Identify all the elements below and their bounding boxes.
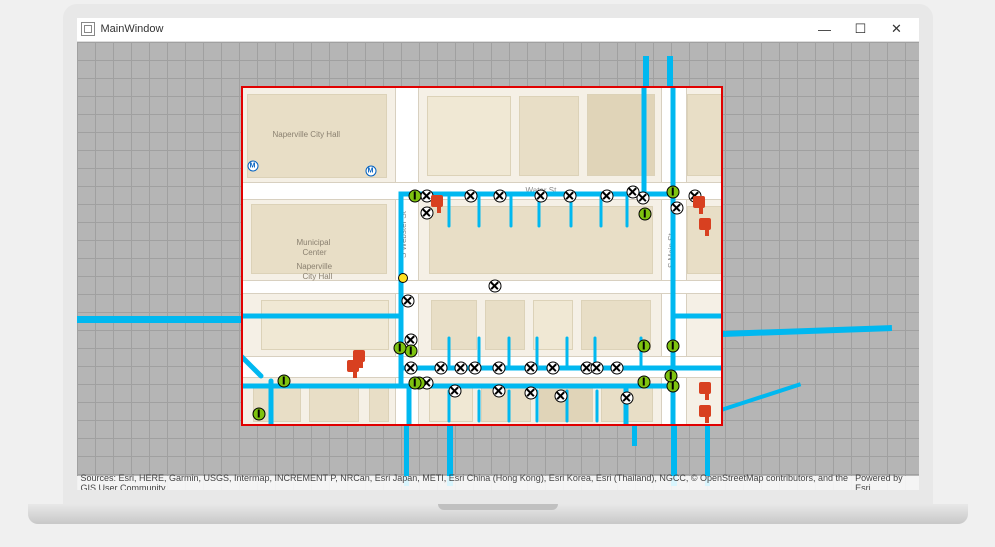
valve-icon[interactable]: [670, 201, 683, 214]
valve-icon[interactable]: [620, 391, 633, 404]
fitting-icon[interactable]: [408, 189, 421, 202]
valve-icon[interactable]: [492, 361, 505, 374]
valve-icon[interactable]: [610, 361, 623, 374]
fitting-icon[interactable]: [393, 341, 406, 354]
pipe-main: [721, 325, 891, 337]
laptop-base: [28, 504, 968, 524]
map-label-municipal: Center: [303, 248, 327, 257]
window-title: MainWindow: [101, 23, 164, 35]
attribution-powered[interactable]: Powered by Esri: [855, 473, 914, 490]
valve-icon[interactable]: [554, 389, 567, 402]
building: [431, 300, 477, 350]
building: [429, 206, 653, 274]
map-label-webster: S Webster St: [399, 211, 408, 258]
road: [241, 356, 723, 378]
valve-icon[interactable]: [600, 189, 613, 202]
fitting-icon[interactable]: [637, 375, 650, 388]
fitting-icon[interactable]: [408, 376, 421, 389]
minimize-button[interactable]: —: [807, 17, 843, 41]
building: [261, 300, 389, 350]
fitting-icon[interactable]: [277, 374, 290, 387]
attribution-bar: Sources: Esri, HERE, Garmin, USGS, Inter…: [77, 476, 919, 490]
road: [241, 280, 723, 294]
building: [427, 96, 511, 176]
map-viewport[interactable]: Naperville City Hall Municipal Center Na…: [77, 42, 919, 490]
app-icon: [81, 22, 95, 36]
fitting-icon[interactable]: [638, 207, 651, 220]
building: [587, 94, 655, 176]
basemap[interactable]: Naperville City Hall Municipal Center Na…: [241, 86, 723, 426]
hydrant-icon[interactable]: [699, 405, 711, 417]
valve-icon[interactable]: [404, 361, 417, 374]
valve-icon[interactable]: [590, 361, 603, 374]
valve-icon[interactable]: [454, 361, 467, 374]
valve-icon[interactable]: [464, 189, 477, 202]
pipe-main: [667, 56, 673, 90]
road: [241, 182, 723, 200]
valve-icon[interactable]: [488, 279, 501, 292]
map-label-municipal: Municipal: [297, 238, 331, 247]
meter-icon[interactable]: M: [247, 160, 258, 171]
valve-icon[interactable]: [563, 189, 576, 202]
building: [485, 300, 525, 350]
valve-icon[interactable]: [534, 189, 547, 202]
valve-icon[interactable]: [434, 361, 447, 374]
valve-icon[interactable]: [493, 189, 506, 202]
map-label-municipal: City Hall: [303, 272, 333, 281]
valve-icon[interactable]: [468, 361, 481, 374]
meter-icon[interactable]: M: [498, 425, 509, 426]
building: [519, 96, 579, 176]
valve-icon[interactable]: [524, 386, 537, 399]
building: [481, 386, 531, 422]
app-window: MainWindow — ☐ ✕: [77, 18, 919, 490]
pipe-main: [632, 424, 637, 446]
valve-icon[interactable]: [420, 206, 433, 219]
fitting-icon[interactable]: [664, 369, 677, 382]
hydrant-icon[interactable]: [699, 382, 711, 394]
fitting-icon[interactable]: [666, 185, 679, 198]
fitting-icon[interactable]: [252, 407, 265, 420]
valve-icon[interactable]: [626, 185, 639, 198]
valve-icon[interactable]: [448, 384, 461, 397]
hydrant-icon[interactable]: [353, 350, 365, 362]
title-bar[interactable]: MainWindow — ☐ ✕: [77, 18, 919, 42]
building: [687, 206, 723, 274]
laptop-notch: [438, 504, 558, 510]
attribution-sources: Sources: Esri, HERE, Garmin, USGS, Inter…: [81, 473, 856, 490]
valve-icon[interactable]: [524, 361, 537, 374]
building: [687, 94, 723, 176]
meter-icon[interactable]: M: [306, 425, 317, 426]
laptop-mockup: MainWindow — ☐ ✕: [48, 4, 948, 544]
pipe-main: [643, 56, 649, 90]
valve-icon[interactable]: [546, 361, 559, 374]
building: [533, 300, 573, 350]
map-label-municipal: Naperville: [297, 262, 333, 271]
building: [309, 386, 359, 422]
valve-icon[interactable]: [492, 384, 505, 397]
maximize-button[interactable]: ☐: [843, 17, 879, 41]
fitting-icon[interactable]: [637, 339, 650, 352]
hydrant-icon[interactable]: [431, 195, 443, 207]
close-button[interactable]: ✕: [879, 17, 915, 41]
building: [369, 386, 389, 422]
fitting-icon[interactable]: [666, 339, 679, 352]
hydrant-icon[interactable]: [693, 196, 705, 208]
junction-icon[interactable]: [398, 273, 408, 283]
laptop-screen: MainWindow — ☐ ✕: [63, 4, 933, 504]
meter-icon[interactable]: M: [365, 165, 376, 176]
valve-icon[interactable]: [401, 294, 414, 307]
map-label-main: S Main St: [667, 233, 676, 268]
map-label-cityhall: Naperville City Hall: [273, 130, 341, 139]
pipe-main: [77, 316, 247, 323]
hydrant-icon[interactable]: [699, 218, 711, 230]
pipe-main: [714, 382, 801, 414]
